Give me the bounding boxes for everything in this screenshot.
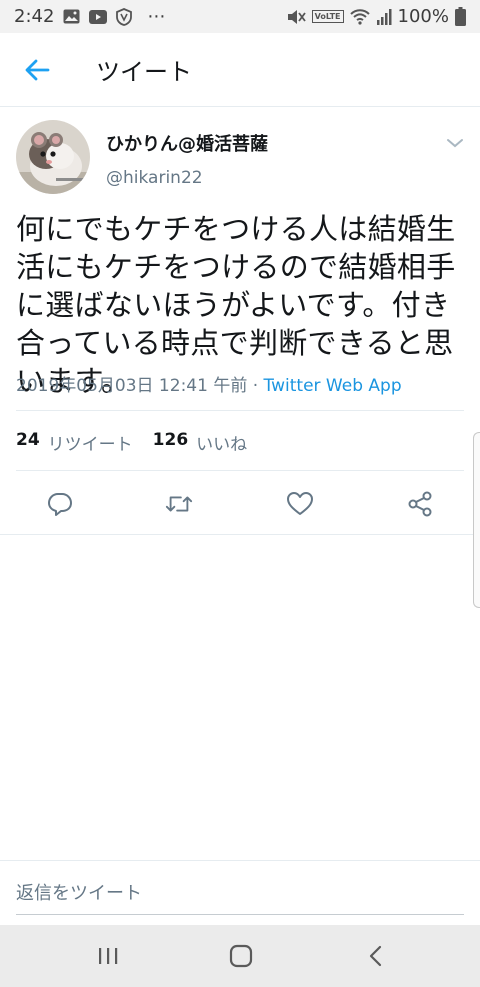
- chevron-left-icon: [369, 945, 382, 967]
- battery-percent: 100%: [397, 6, 449, 27]
- tweet-timestamp: 2019年05月03日 12:41 午前 ·: [16, 376, 264, 396]
- recent-apps-icon: [99, 948, 118, 964]
- system-back-button[interactable]: [360, 941, 392, 971]
- divider: [16, 410, 464, 411]
- like-count-number: 126: [152, 430, 189, 450]
- user-handle[interactable]: @hikarin22: [106, 168, 268, 188]
- tweet-source-link[interactable]: Twitter Web App: [264, 376, 402, 396]
- retweet-button[interactable]: [165, 490, 193, 518]
- like-button[interactable]: [286, 490, 314, 518]
- tweet-actions: [0, 478, 480, 530]
- divider: [16, 470, 464, 471]
- avatar[interactable]: [16, 120, 90, 194]
- signal-icon: [376, 8, 392, 25]
- reply-icon: [48, 493, 72, 516]
- reply-button[interactable]: [46, 490, 74, 518]
- home-icon: [229, 944, 253, 968]
- retweet-icon: [165, 496, 193, 512]
- wifi-icon: [349, 8, 370, 25]
- retweet-count-number: 24: [16, 430, 40, 450]
- home-button[interactable]: [225, 941, 257, 971]
- app-bar: ツイート: [0, 33, 480, 107]
- reply-bar: 返信をツイート: [0, 861, 480, 923]
- like-count-label: いいね: [196, 435, 248, 455]
- share-button[interactable]: [406, 490, 434, 518]
- divider: [0, 534, 480, 535]
- battery-icon: [455, 7, 466, 26]
- retweet-count-label: リツイート: [47, 435, 133, 455]
- tweet-meta: 2019年05月03日 12:41 午前 · Twitter Web App: [16, 371, 402, 396]
- scrollbar[interactable]: [473, 432, 480, 608]
- back-button[interactable]: [0, 33, 74, 107]
- shield-icon: [116, 7, 133, 26]
- reply-input-underline: [16, 914, 464, 915]
- reply-input[interactable]: 返信をツイート: [16, 879, 142, 905]
- status-time: 2:42: [14, 6, 55, 27]
- system-nav-bar: [0, 925, 480, 987]
- status-bar: 2:42 ⋯ VoLTE 100%: [0, 0, 480, 33]
- share-icon: [408, 491, 432, 517]
- like-count[interactable]: 126 いいね: [153, 430, 248, 455]
- tweet-author: ひかりん@婚活菩薩 @hikarin22: [16, 120, 468, 198]
- recent-apps-button[interactable]: [92, 941, 124, 971]
- display-name[interactable]: ひかりん@婚活菩薩: [106, 130, 268, 156]
- tweet-options-button[interactable]: [442, 130, 468, 156]
- youtube-icon: [89, 9, 108, 24]
- page-title: ツイート: [96, 58, 192, 86]
- retweet-count[interactable]: 24 リツイート: [16, 430, 133, 455]
- volte-badge: VoLTE: [311, 10, 344, 23]
- mute-icon: [286, 8, 306, 26]
- gallery-icon: [63, 9, 80, 24]
- chevron-down-icon: [447, 139, 463, 148]
- tweet-stats: 24 リツイート 126 いいね: [16, 430, 247, 455]
- heart-icon: [287, 492, 313, 515]
- more-notifications-icon: ⋯: [147, 6, 166, 27]
- arrow-left-icon: [25, 59, 50, 80]
